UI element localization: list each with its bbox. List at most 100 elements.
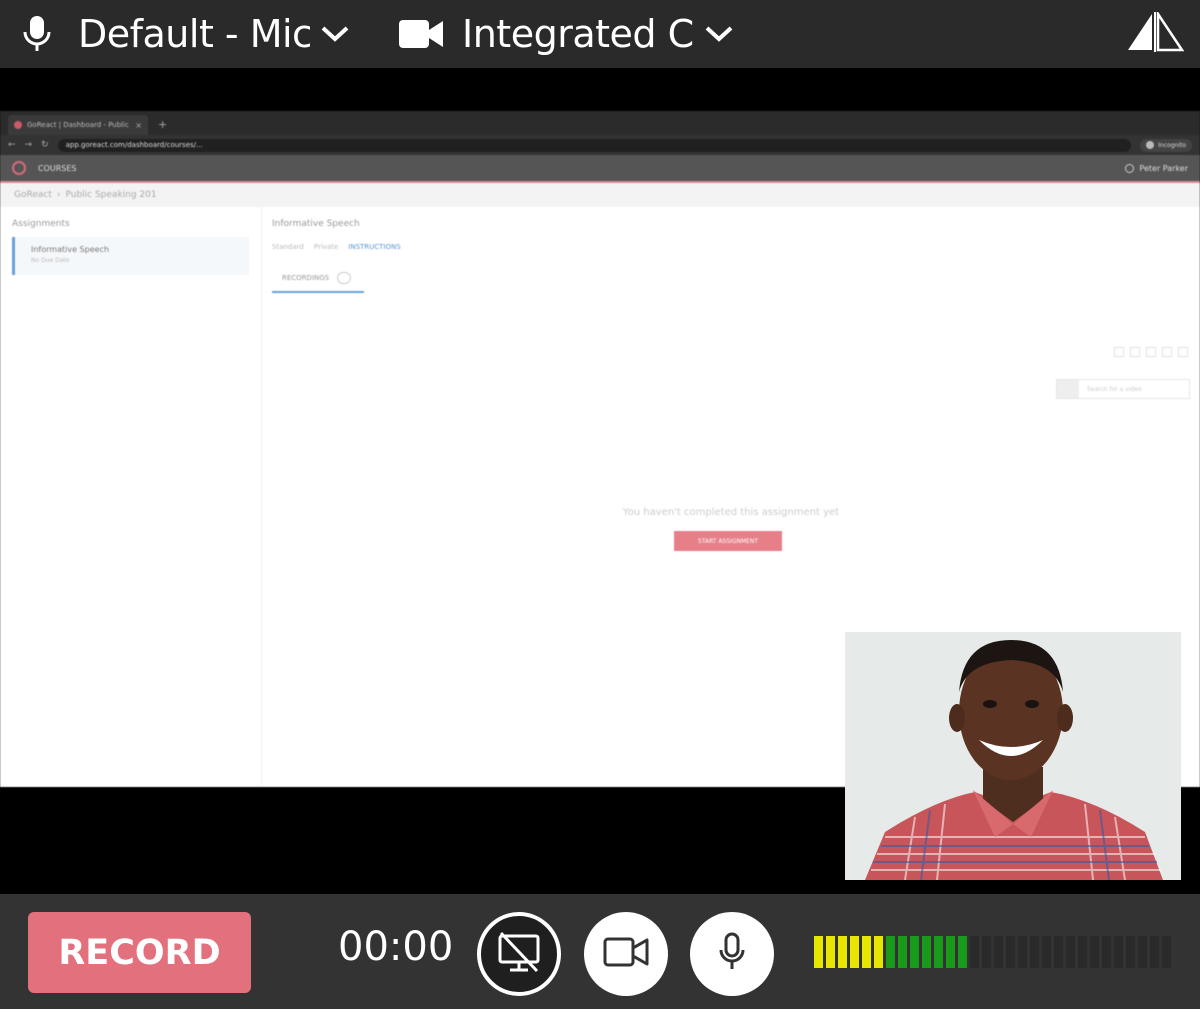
meter-bar (982, 936, 991, 968)
toolbar-icon (1162, 347, 1172, 357)
meter-bar (910, 936, 919, 968)
empty-state-message: You haven't completed this assignment ye… (622, 507, 840, 518)
browser-tab: GoReact | Dashboard - Public Sp × (8, 115, 148, 135)
close-icon: × (135, 120, 142, 130)
meter-bar (970, 936, 979, 968)
courses-menu: COURSES (38, 163, 77, 173)
meter-bar (1150, 936, 1159, 968)
microphone-label: Default - Microphone (78, 12, 310, 56)
meter-bar (994, 936, 1003, 968)
breadcrumb-separator: › (56, 190, 61, 200)
meter-bar (946, 936, 955, 968)
meter-bar (898, 936, 907, 968)
meta-instructions: INSTRUCTIONS (348, 243, 401, 251)
meter-bar (874, 936, 883, 968)
assignment-title: Informative Speech (31, 245, 110, 254)
camera-select[interactable]: Integrated Camera (398, 0, 734, 68)
control-bar: RECORD 00:00 (0, 894, 1200, 1009)
mirror-flip-button[interactable] (1126, 9, 1185, 56)
browser-address-row: ← → ↻ app.goreact.com/dashboard/courses/… (0, 135, 1200, 155)
recorder-window: Default - Microphone Integrated Camera (0, 0, 1200, 1009)
mirror-flip-icon (1126, 9, 1185, 56)
meter-bar (1126, 936, 1135, 968)
url-text: app.goreact.com/dashboard/courses/... (65, 141, 203, 149)
meter-bar (1054, 936, 1063, 968)
microphone-toggle-button[interactable] (690, 912, 774, 996)
chevron-down-icon (704, 24, 734, 44)
microphone-select[interactable]: Default - Microphone (22, 0, 350, 68)
meter-bar (1078, 936, 1087, 968)
logo-icon (12, 161, 26, 175)
assignments-sidebar: Assignments Informative Speech No Due Da… (0, 207, 262, 785)
plus-icon: + (158, 118, 168, 131)
record-button[interactable]: RECORD (28, 912, 251, 993)
video-camera-icon (398, 18, 444, 50)
microphone-icon (717, 932, 747, 976)
meter-bar (814, 936, 823, 968)
toolbar-icon (1114, 347, 1124, 357)
video-search: Search for a video (1056, 379, 1190, 399)
meter-bar (1138, 936, 1147, 968)
browser-tab-strip: GoReact | Dashboard - Public Sp × + (0, 111, 1200, 135)
meter-bar (826, 936, 835, 968)
assignment-meta: Standard Private INSTRUCTIONS (272, 243, 1190, 251)
screen-share-toggle-button[interactable] (477, 912, 561, 996)
chevron-down-icon (320, 24, 350, 44)
meter-bar (886, 936, 895, 968)
meter-bar (1030, 936, 1039, 968)
webcam-person-image (845, 632, 1181, 880)
meter-bar (1102, 936, 1111, 968)
recordings-count-badge (337, 272, 352, 284)
profile-chip: Incognito (1140, 138, 1192, 152)
meter-bar (1018, 936, 1027, 968)
meter-bar (1162, 936, 1171, 968)
meter-bar (922, 936, 931, 968)
start-assignment-button: START ASSIGNMENT (674, 531, 782, 551)
sidebar-heading: Assignments (12, 219, 70, 229)
meter-bar (934, 936, 943, 968)
assignment-heading: Informative Speech (272, 219, 360, 229)
assignment-due: No Due Date (31, 257, 70, 264)
camera-label: Integrated Camera (462, 12, 694, 56)
meter-bar (1042, 936, 1051, 968)
meta-type: Standard (272, 243, 304, 251)
toolbar-icon (1178, 347, 1188, 357)
breadcrumb-item: Public Speaking 201 (65, 190, 157, 200)
meter-bar (958, 936, 967, 968)
video-camera-icon (603, 936, 649, 972)
search-icon (1057, 380, 1079, 398)
address-bar: app.goreact.com/dashboard/courses/... (57, 138, 1132, 152)
meter-bar (1066, 936, 1075, 968)
screen-share-off-icon (495, 930, 543, 978)
camera-toggle-button[interactable] (584, 912, 668, 996)
toolbar-icon (1146, 347, 1156, 357)
meter-bar (862, 936, 871, 968)
breadcrumb-item: GoReact (14, 190, 52, 200)
audio-level-meter (814, 936, 1171, 968)
back-icon: ← (8, 140, 16, 150)
webcam-preview (845, 632, 1181, 880)
assignment-item: Informative Speech No Due Date (12, 237, 249, 275)
meter-bar (1114, 936, 1123, 968)
tab-recordings-label: RECORDINGS (282, 274, 330, 282)
toolbar-icons (1114, 347, 1188, 357)
reload-icon: ↻ (41, 140, 49, 150)
incognito-icon (1146, 141, 1155, 149)
recording-timer: 00:00 (338, 924, 454, 970)
meta-privacy: Private (313, 243, 339, 251)
tab-recordings: RECORDINGS (272, 267, 364, 293)
meter-bar (850, 936, 859, 968)
globe-icon (1125, 163, 1135, 173)
toolbar-icon (1130, 347, 1140, 357)
browser-tab-title: GoReact | Dashboard - Public Sp (27, 121, 131, 129)
forward-icon: → (24, 140, 33, 150)
favicon-icon (14, 121, 22, 129)
meter-bar (838, 936, 847, 968)
search-placeholder: Search for a video (1087, 385, 1142, 393)
meter-bar (1006, 936, 1015, 968)
user-name: Peter Parker (1139, 163, 1188, 173)
app-navbar: COURSES Peter Parker (0, 155, 1200, 183)
microphone-icon (22, 15, 52, 53)
meter-bar (1090, 936, 1099, 968)
device-bar: Default - Microphone Integrated Camera (0, 0, 1200, 68)
